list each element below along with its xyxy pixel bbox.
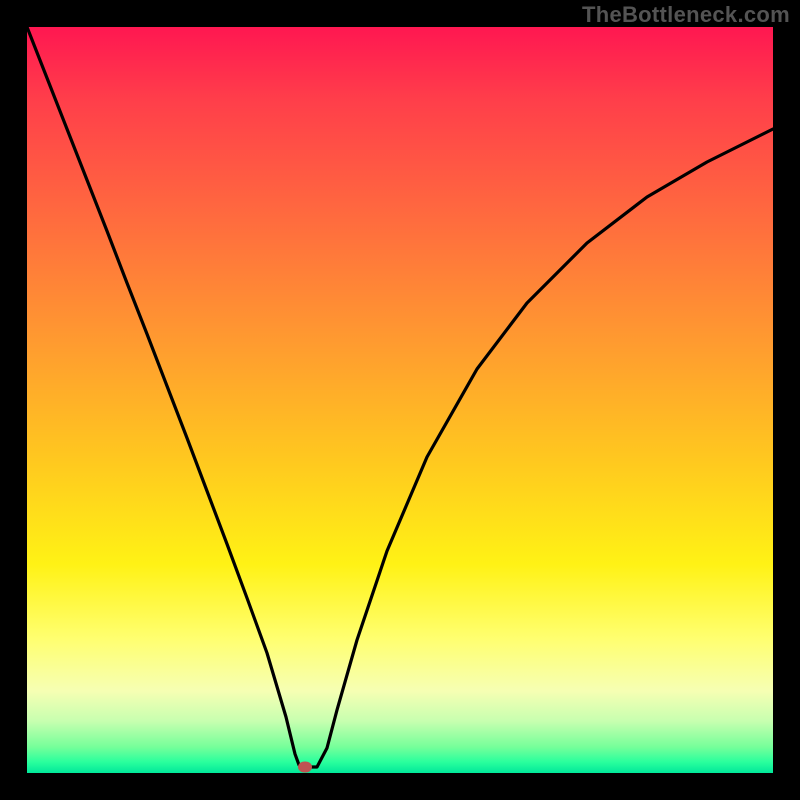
optimum-marker [298, 762, 312, 773]
chart-frame: TheBottleneck.com [0, 0, 800, 800]
curve-path [27, 27, 773, 767]
plot-area [27, 27, 773, 773]
watermark-text: TheBottleneck.com [582, 2, 790, 28]
bottleneck-curve [27, 27, 773, 773]
